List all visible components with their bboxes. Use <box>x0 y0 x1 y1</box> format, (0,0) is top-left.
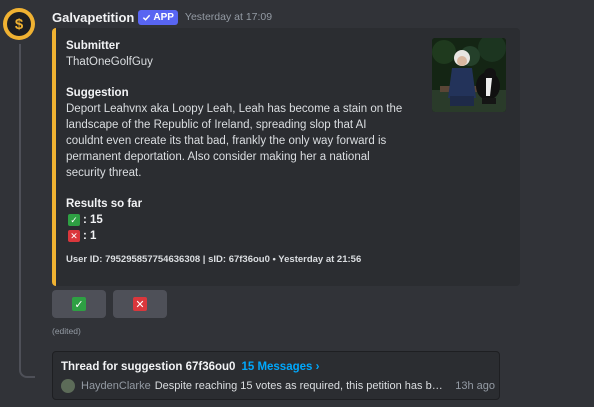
suggestion-text: Deport Leahvnx aka Loopy Leah, Leah has … <box>66 101 426 181</box>
no-votes: ✕ : 1 <box>66 228 426 244</box>
embed-body: Submitter ThatOneGolfGuy Suggestion Depo… <box>66 39 426 266</box>
cross-mark-button-icon: ✕ <box>133 297 147 311</box>
thread-author-avatar <box>61 379 75 393</box>
thread-title-row: Thread for suggestion 67f36ou0 15 Message… <box>61 361 319 373</box>
reject-button[interactable]: ✕ <box>113 290 167 318</box>
suggestion-embed: Submitter ThatOneGolfGuy Suggestion Depo… <box>52 28 520 286</box>
check-mark-button-icon: ✓ <box>72 297 86 311</box>
submitter-value: ThatOneGolfGuy <box>66 56 153 68</box>
no-count: : 1 <box>83 230 97 242</box>
approve-button[interactable]: ✓ <box>52 290 106 318</box>
suggestion-line: landscape of the Republic of Ireland, sp… <box>66 119 367 131</box>
cross-mark-icon: ✕ <box>68 230 80 242</box>
app-badge-label: APP <box>153 11 174 23</box>
thread-connector-line <box>19 44 35 378</box>
suggestion-label: Suggestion <box>66 87 129 99</box>
results-label: Results so far <box>66 198 143 210</box>
yes-count: : 15 <box>83 214 103 226</box>
thread-last-author: HaydenClarke <box>81 380 151 392</box>
message-timestamp[interactable]: Yesterday at 17:09 <box>185 11 272 23</box>
submitter-label: Submitter <box>66 40 120 52</box>
thread-last-message: HaydenClarke Despite reaching 15 votes a… <box>61 379 495 393</box>
yes-votes: ✓ : 15 <box>66 212 426 228</box>
thread-title[interactable]: Thread for suggestion 67f36ou0 <box>61 361 235 373</box>
message-header: Galvapetition APP Yesterday at 17:09 <box>52 8 272 26</box>
dollar-coin-icon: $ <box>7 12 31 36</box>
photo-thumbnail-icon <box>432 38 506 112</box>
suggestion-line: security threat. <box>66 167 142 179</box>
verified-check-icon <box>143 14 151 21</box>
thread-message-count[interactable]: 15 Messages › <box>241 361 319 373</box>
thread-last-time: 13h ago <box>455 380 495 392</box>
check-mark-icon: ✓ <box>68 214 80 226</box>
embed-thumbnail[interactable] <box>432 38 506 112</box>
suggestion-line: couldnt even create its that bad, frankl… <box>66 135 387 147</box>
embed-footer: User ID: 795295857754636308 | sID: 67f36… <box>66 254 362 265</box>
thread-last-text: Despite reaching 15 votes as required, t… <box>154 380 448 392</box>
suggestion-line: Deport Leahvnx aka Loopy Leah, Leah has … <box>66 103 403 115</box>
suggestion-line: permanent deportation. Also consider mak… <box>66 151 370 163</box>
app-badge: APP <box>138 9 178 25</box>
author-name[interactable]: Galvapetition <box>52 10 134 25</box>
edited-label: (edited) <box>52 326 81 336</box>
bot-avatar[interactable]: $ <box>3 8 35 40</box>
thread-preview[interactable]: Thread for suggestion 67f36ou0 15 Message… <box>52 351 500 400</box>
